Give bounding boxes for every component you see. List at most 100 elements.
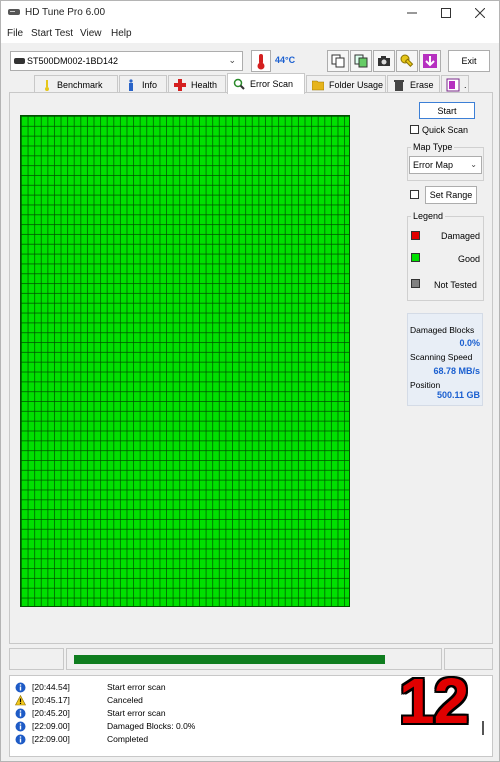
log-message: Start error scan (107, 682, 166, 692)
log-row: [22:09.00] Damaged Blocks: 0.0% (15, 720, 375, 733)
tab-label: Benchmark (57, 79, 103, 90)
log-time: [20:44.54] (32, 682, 70, 692)
temperature-value: 44°C (275, 55, 296, 65)
log-time: [22:09.00] (32, 721, 70, 731)
menu-help[interactable]: Help (111, 28, 132, 39)
position-value: 500.11 GB (436, 390, 480, 400)
close-button[interactable] (463, 1, 497, 25)
log-message: Canceled (107, 695, 143, 705)
log-row: [20:44.54] Start error scan (15, 681, 375, 694)
copy-icon (331, 54, 345, 68)
map-type-value: Error Map (413, 160, 454, 170)
options-button[interactable] (396, 50, 418, 72)
info-icon (15, 734, 26, 745)
copy-all-button[interactable] (350, 50, 372, 72)
legend-not-tested-label: Not Tested (434, 280, 477, 290)
damaged-blocks-label: Damaged Blocks (410, 325, 475, 335)
scan-progress-bar (74, 655, 385, 664)
temperature-button[interactable] (251, 50, 271, 72)
tab-info[interactable]: Info (119, 75, 167, 93)
copy-all-icon (354, 54, 368, 68)
quick-scan-checkbox[interactable] (410, 125, 419, 134)
more-tabs-icon (446, 78, 460, 92)
tab-label: Error Scan (250, 79, 294, 89)
log-message: Damaged Blocks: 0.0% (107, 721, 196, 731)
log-row: [20:45.20] Start error scan (15, 707, 375, 720)
log-time: [20:45.20] (32, 708, 70, 718)
log-message: Completed (107, 734, 149, 744)
copy-info-button[interactable] (327, 50, 349, 72)
tab-health[interactable]: Health (168, 75, 226, 93)
damaged-blocks-value: 0.0% (459, 338, 480, 348)
legend-good-swatch (411, 253, 420, 262)
info-icon (15, 682, 26, 693)
scan-progress-fill (74, 655, 385, 664)
folder-icon (311, 78, 325, 92)
start-button[interactable]: Start (419, 102, 475, 119)
chevron-down-icon: ⌄ (228, 55, 236, 65)
tab-label: Folder Usage (329, 79, 384, 90)
camera-icon (378, 56, 390, 66)
set-range-button[interactable]: Set Range (425, 186, 477, 204)
tab-overflow-dot: . (464, 79, 467, 90)
legend-good-label: Good (458, 254, 481, 264)
legend-damaged-label: Damaged (441, 231, 481, 241)
log-time: [20:45.17] (32, 695, 70, 705)
map-type-title: Map Type (411, 142, 455, 152)
minimize-button[interactable] (395, 1, 429, 25)
health-cross-icon (173, 78, 187, 92)
maximize-button[interactable] (429, 1, 463, 25)
screenshot-button[interactable] (373, 50, 395, 72)
drive-name: ST500DM002-1BD142 (27, 56, 119, 66)
save-button[interactable] (419, 50, 441, 72)
tab-label: Info (142, 79, 158, 90)
window-title: HD Tune Pro 6.00 (25, 7, 106, 18)
menu-view[interactable]: View (80, 28, 102, 39)
map-type-select[interactable]: Error Map ⌄ (409, 156, 482, 174)
log-message: Start error scan (107, 708, 166, 718)
tab-folder-usage[interactable]: Folder Usage (306, 75, 386, 93)
scanning-speed-value: 68.78 MB/s (433, 366, 480, 376)
menu-bar: File Start Test View Help (1, 25, 499, 43)
warning-icon (15, 695, 26, 706)
app-window: HD Tune Pro 6.00 File Start Test View He… (0, 0, 500, 762)
app-disk-icon (8, 9, 20, 15)
tab-more[interactable]: . (441, 75, 469, 93)
menu-start-test[interactable]: Start Test (31, 28, 73, 39)
scan-stats-box: Damaged Blocks 0.0% Scanning Speed 68.78… (407, 313, 483, 406)
tab-erase[interactable]: Erase (387, 75, 440, 93)
legend-title: Legend (411, 211, 446, 221)
exit-button[interactable]: Exit (448, 50, 490, 72)
log-scrollbar[interactable] (482, 721, 484, 735)
gauge-icon (39, 78, 53, 92)
error-scan-block-map (20, 115, 350, 607)
tab-benchmark[interactable]: Benchmark (34, 75, 118, 93)
chevron-down-icon: ⌄ (470, 160, 477, 169)
download-arrow-icon (423, 54, 437, 68)
close-icon (475, 8, 485, 18)
drive-select[interactable]: ST500DM002-1BD142 ⌄ (10, 51, 243, 71)
menu-file[interactable]: File (7, 28, 23, 39)
scanning-speed-label: Scanning Speed (410, 352, 473, 362)
log-row: [22:09.00] Completed (15, 733, 375, 746)
tab-bar: Benchmark Info Health Error Scan Folder … (9, 73, 493, 94)
log-row: [20:45.17] Canceled (15, 694, 375, 707)
drive-icon (14, 58, 25, 64)
magnifier-icon (232, 77, 246, 91)
position-label: Position (410, 380, 441, 390)
tab-error-scan[interactable]: Error Scan (227, 73, 305, 94)
trash-icon (392, 78, 406, 92)
legend-damaged-swatch (411, 231, 420, 240)
maximize-icon (441, 8, 451, 18)
overlay-number: 12 (399, 665, 469, 737)
thermometer-icon (257, 54, 265, 70)
toolbar: ST500DM002-1BD142 ⌄ 44°C Exit (1, 43, 499, 73)
tab-label: Erase (410, 79, 434, 90)
quick-scan-label: Quick Scan (422, 125, 469, 135)
wrench-icon (400, 54, 414, 67)
legend-not-tested-swatch (411, 279, 420, 288)
minimize-icon (407, 12, 417, 14)
info-icon (15, 721, 26, 732)
title-bar: HD Tune Pro 6.00 (1, 1, 499, 25)
set-range-checkbox[interactable] (410, 190, 419, 199)
